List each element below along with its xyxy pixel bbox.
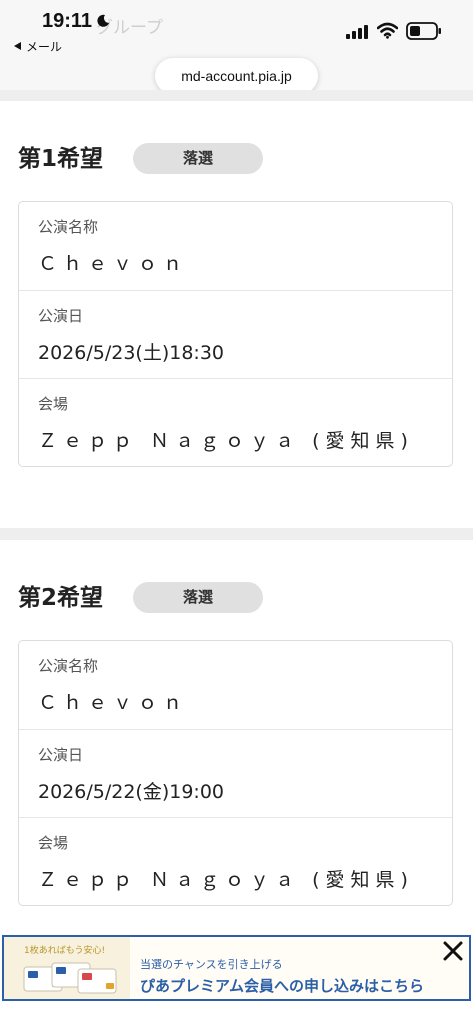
info-value: Ｚｅｐｐ Ｎａｇｏｙａ (愛知県) [38,430,414,452]
info-label: 公演名称 [38,218,99,236]
ad-tagline: 1枚あればもう安心! [24,946,106,956]
moon-icon [97,14,109,27]
info-label: 公演日 [38,307,84,325]
status-time: 19:11 [42,10,93,32]
cellular-signal-icon [346,25,368,39]
info-label: 会場 [38,395,69,413]
performance-info-card: 公演名称 Ｃｈｅｖｏｎ 公演日 2026/5/22(金)19:00 会場 Ｚｅｐ… [18,640,453,906]
info-row-performance-date: 公演日 2026/5/23(土)18:30 [19,290,452,379]
info-row-venue: 会場 Ｚｅｐｐ Ｎａｇｏｙａ (愛知県) [19,817,452,906]
performance-info-card: 公演名称 Ｃｈｅｖｏｎ 公演日 2026/5/23(土)18:30 会場 Ｚｅｐ… [18,201,453,467]
premium-membership-ad-banner[interactable]: 1枚あればもう安心! 当選のチャンスを引き上げる ぴあプレミアム会員への申し込み… [2,935,471,1001]
wifi-icon [377,22,398,39]
info-row-venue: 会場 Ｚｅｐｐ Ｎａｇｏｙａ (愛知県) [19,378,452,467]
info-label: 会場 [38,834,69,852]
choice-title: 第1希望 [18,146,104,172]
choice-title: 第2希望 [18,585,104,611]
membership-cards-icon [23,962,117,994]
info-value: 2026/5/22(金)19:00 [38,781,225,803]
ad-headline: 当選のチャンスを引き上げる [140,958,283,971]
back-to-mail-link[interactable]: メール [14,38,62,55]
status-bar: グループ 19:11 メール md-account.pia.jp [0,0,473,94]
ad-cta-text[interactable]: ぴあプレミアム会員への申し込みはこちら [140,975,424,996]
close-icon[interactable] [442,940,464,962]
info-label: 公演日 [38,746,84,764]
back-arrow-icon [14,42,21,50]
info-row-performance-name: 公演名称 Ｃｈｅｖｏｎ [19,641,452,729]
info-value: Ｃｈｅｖｏｎ [38,253,189,275]
info-value: Ｃｈｅｖｏｎ [38,692,189,714]
info-value: 2026/5/23(土)18:30 [38,342,225,364]
result-status-badge: 落選 [133,143,263,174]
back-link-label: メール [26,40,63,54]
battery-icon [406,22,441,40]
info-row-performance-name: 公演名称 Ｃｈｅｖｏｎ [19,202,452,290]
url-bar[interactable]: md-account.pia.jp [155,58,318,94]
result-status-badge: 落選 [133,582,263,613]
info-value: Ｚｅｐｐ Ｎａｇｏｙａ (愛知県) [38,869,414,891]
section-divider [0,90,473,101]
bottom-safe-area [0,1001,473,1024]
section-divider [0,528,473,540]
ad-image-area: 1枚あればもう安心! [4,937,130,999]
info-row-performance-date: 公演日 2026/5/22(金)19:00 [19,729,452,818]
info-label: 公演名称 [38,657,99,675]
